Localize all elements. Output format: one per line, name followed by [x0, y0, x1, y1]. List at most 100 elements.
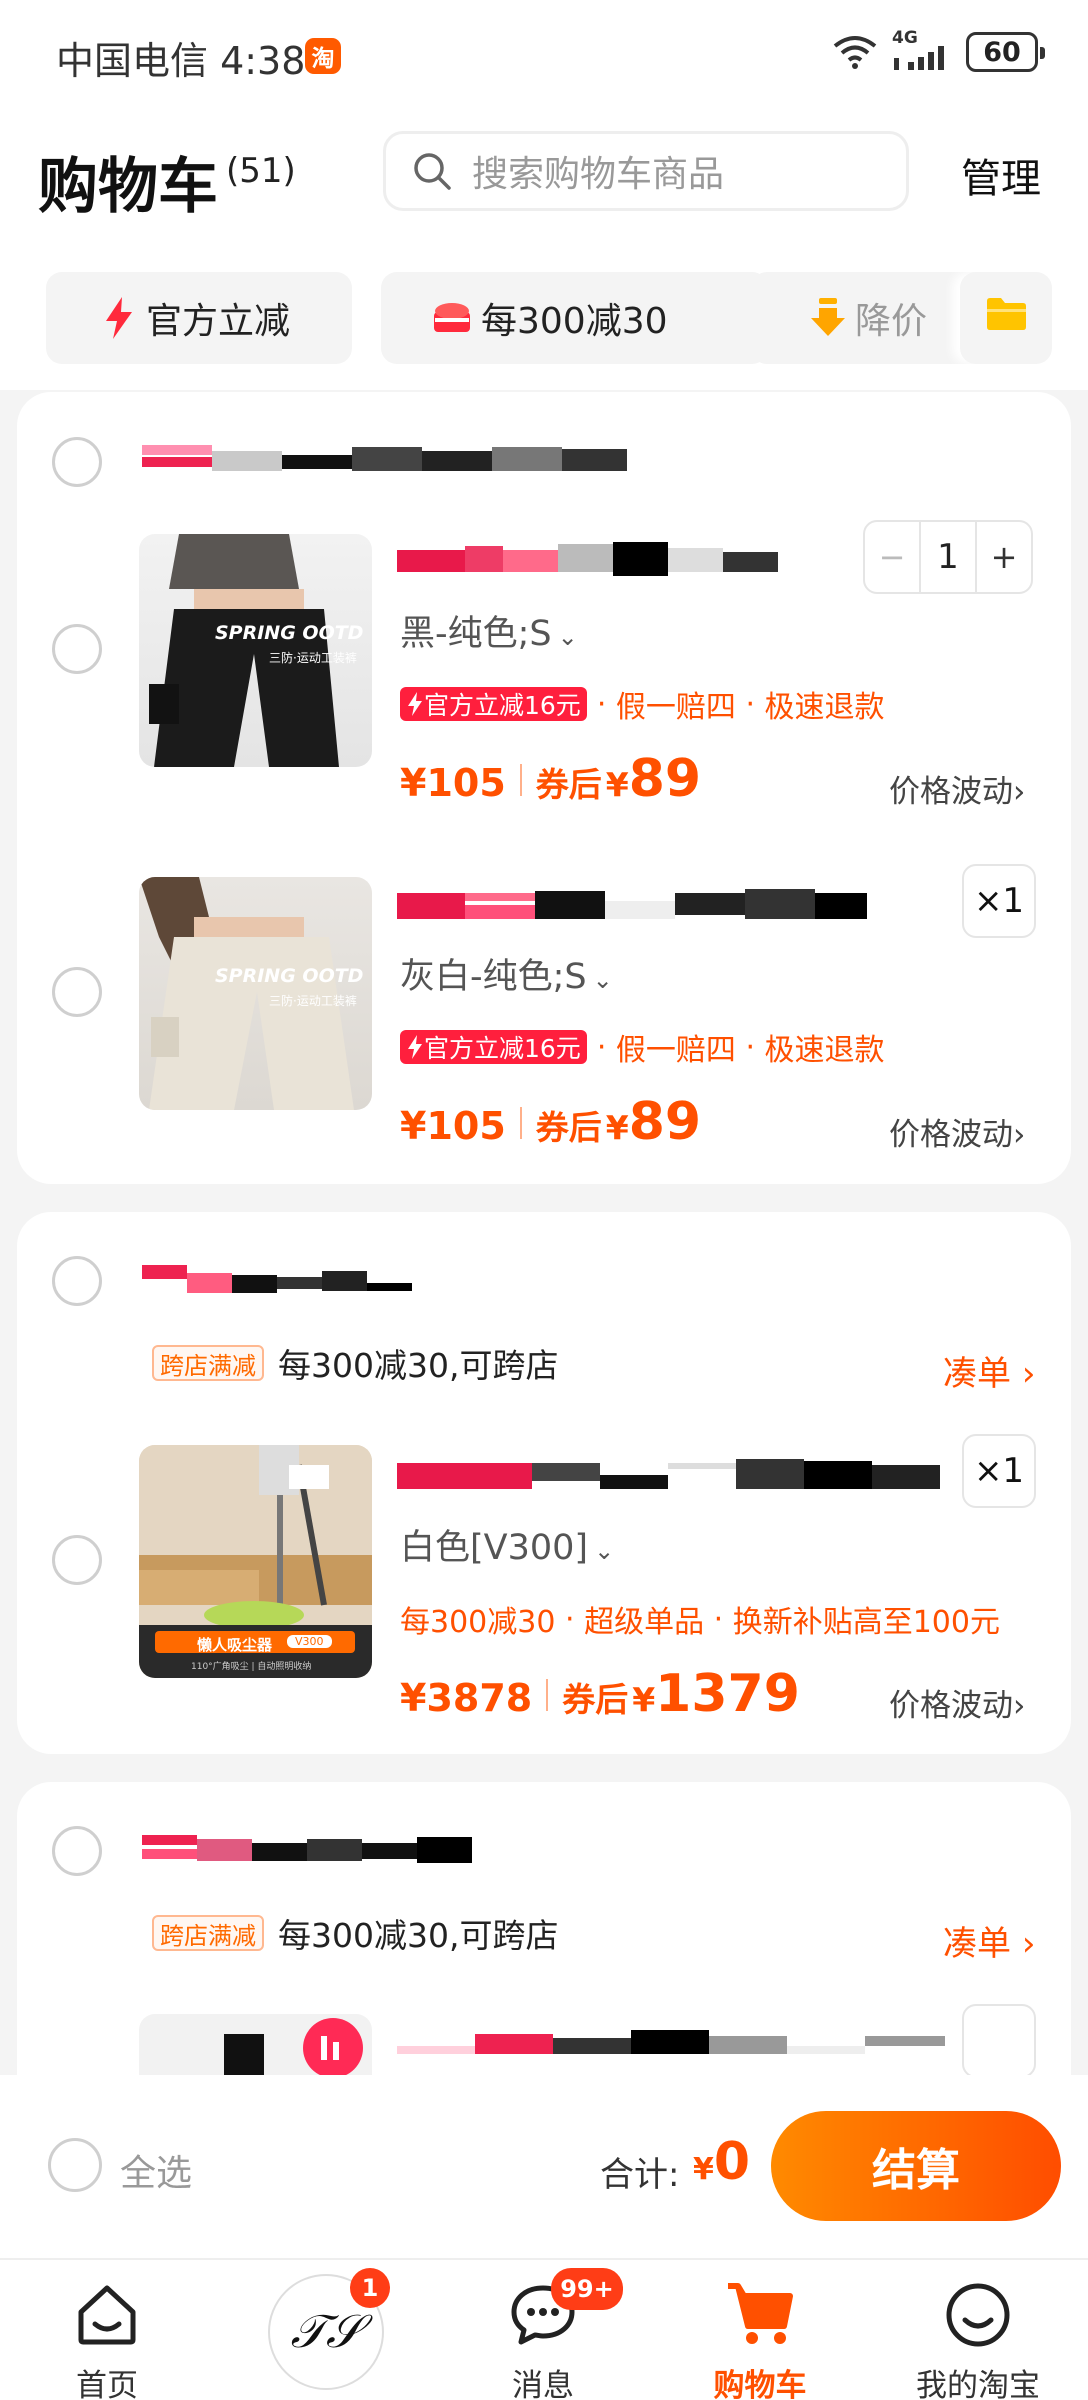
promo-badge-text: 官方立减16元 — [424, 691, 581, 720]
search-input[interactable]: 搜索购物车商品 — [383, 131, 909, 211]
store-card: 跨店满减 每300减30,可跨店 凑单 › — [17, 1782, 1071, 2112]
tag-text: 极速退款 — [764, 690, 885, 725]
search-placeholder: 搜索购物车商品 — [472, 154, 725, 195]
quantity-stepper[interactable]: − 1 + — [863, 520, 1033, 594]
variant-label: 黑-纯色;S — [400, 614, 552, 654]
cross-store-badge: 跨店满减 — [152, 1915, 264, 1951]
chip-label: 降价 — [855, 301, 928, 342]
price-fluctuation-link[interactable]: 价格波动› — [889, 1109, 1025, 1154]
product-title-redacted[interactable] — [397, 887, 867, 921]
quantity-value[interactable]: 1 — [919, 522, 977, 592]
tag-text: 假一赔四 — [615, 690, 736, 725]
chevron-right-icon: › — [1013, 1117, 1026, 1153]
store-name-redacted[interactable] — [142, 1835, 532, 1865]
tab-home[interactable]: 首页 — [37, 2260, 177, 2400]
product-title-redacted[interactable] — [397, 2028, 957, 2062]
promo-badge-text: 官方立减16元 — [424, 1034, 581, 1063]
product-thumbnail[interactable]: 懒人吸尘器 V300 110°广角吸尘 | 自动照明收纳 — [139, 1445, 372, 1678]
product-title-redacted[interactable] — [397, 542, 847, 576]
product-thumbnail[interactable]: SPRING OOTD 三防·运动工装裤 — [139, 534, 372, 767]
select-all-checkbox[interactable] — [48, 2138, 102, 2192]
variant-selector[interactable]: 白色[V300] ⌄ — [400, 1519, 614, 1570]
original-price: ¥105 — [400, 1104, 506, 1148]
total-label: 合计: — [600, 2155, 680, 2195]
cross-store-badge: 跨店满减 — [152, 1345, 264, 1381]
chip-label: 每300减30 — [481, 301, 668, 342]
store-checkbox[interactable] — [52, 437, 102, 487]
cross-store-text: 每300减30,可跨店 — [278, 1916, 559, 1955]
store-name-redacted[interactable] — [142, 1265, 512, 1295]
cross-store-text: 每300减30,可跨店 — [278, 1346, 559, 1385]
store-checkbox[interactable] — [52, 1826, 102, 1876]
chip-folder[interactable] — [960, 272, 1052, 364]
item-checkbox[interactable] — [52, 624, 102, 674]
increase-button[interactable]: + — [977, 522, 1031, 592]
quantity-badge[interactable] — [962, 2004, 1036, 2078]
price-fluctuation-link[interactable]: 价格波动› — [889, 1680, 1025, 1725]
tab-profile[interactable]: 我的淘宝 — [908, 2260, 1048, 2400]
thumb-caption: SPRING OOTD — [215, 622, 364, 644]
price-row: ¥3878 券后 ¥ 1379 — [400, 1664, 800, 1724]
variant-selector[interactable]: 灰白-纯色;S ⌄ — [400, 948, 613, 999]
thumb-caption: SPRING OOTD — [215, 965, 364, 987]
cart-count: (51) — [226, 151, 296, 191]
price-row: ¥105 券后 ¥ 89 — [400, 749, 701, 809]
wifi-icon — [833, 36, 877, 69]
gift-icon — [433, 302, 471, 334]
chevron-right-icon: › — [1013, 774, 1026, 810]
thumb-caption: 懒人吸尘器 — [197, 1636, 273, 1654]
tag-text: 极速退款 — [764, 1033, 885, 1068]
after-coupon-currency: ¥ — [605, 1108, 629, 1147]
select-all-label[interactable]: 全选 — [120, 2144, 192, 2196]
store-name-redacted[interactable] — [142, 445, 702, 475]
thumb-subcaption: 110°广角吸尘 | 自动照明收纳 — [191, 1662, 312, 1672]
variant-selector[interactable]: 黑-纯色;S ⌄ — [400, 605, 578, 656]
coudan-link[interactable]: 凑单 › — [943, 1916, 1035, 1965]
promo-tags: 官方立减16元 · 假一赔四 · 极速退款 — [400, 1025, 885, 1069]
chevron-right-icon: › — [1021, 1354, 1036, 1394]
product-title-redacted[interactable] — [397, 1457, 957, 1491]
decrease-button[interactable]: − — [865, 522, 919, 592]
down-arrow-icon — [811, 298, 845, 338]
store-checkbox[interactable] — [52, 1256, 102, 1306]
after-coupon-currency: ¥ — [632, 1680, 656, 1719]
header: 中国电信 4:38 淘 4G 60 购物车 (51) 搜索购物车商品 管理 官方… — [0, 0, 1088, 390]
lightning-icon — [408, 692, 422, 716]
quantity-badge[interactable]: ×1 — [962, 864, 1036, 938]
price-row: ¥105 券后 ¥ 89 — [400, 1092, 701, 1152]
search-icon — [414, 153, 451, 190]
tab-badge: 1 — [350, 2268, 390, 2308]
after-coupon-currency: ¥ — [605, 765, 629, 804]
after-coupon-price: 89 — [628, 749, 702, 809]
lightning-icon — [102, 297, 136, 339]
tab-cart[interactable]: 购物车 — [690, 2260, 830, 2400]
filter-chips: 官方立减 每300减30 降价 — [46, 272, 1088, 364]
chevron-right-icon: › — [1021, 1924, 1036, 1964]
quantity-badge[interactable]: ×1 — [962, 1434, 1036, 1508]
chip-per-300-off-30[interactable]: 每300减30 — [381, 272, 768, 364]
manage-button[interactable]: 管理 — [961, 146, 1041, 204]
store-card: SPRING OOTD 三防·运动工装裤 − 1 + 黑-纯色;S ⌄ 官方立减1… — [17, 392, 1071, 1184]
coudan-link[interactable]: 凑单 › — [943, 1346, 1035, 1395]
tab-store-logo[interactable]: 𝒯𝒮 1 — [256, 2260, 396, 2400]
checkout-button[interactable]: 结算 — [771, 2111, 1061, 2221]
original-price: ¥105 — [400, 761, 506, 805]
item-checkbox[interactable] — [52, 1535, 102, 1585]
item-checkbox[interactable] — [52, 967, 102, 1017]
chip-official-discount[interactable]: 官方立减 — [46, 272, 352, 364]
thumb-subcaption: 三防·运动工装裤 — [269, 994, 357, 1008]
thumb-subcaption: 三防·运动工装裤 — [269, 651, 357, 665]
tag-text: 换新补贴高至100元 — [732, 1605, 1000, 1640]
product-thumbnail[interactable]: SPRING OOTD 三防·运动工装裤 — [139, 877, 372, 1110]
chevron-down-icon: ⌄ — [594, 1537, 615, 1565]
official-discount-badge: 官方立减16元 — [400, 687, 587, 721]
tab-messages[interactable]: 消息 99+ — [473, 2260, 623, 2400]
profile-icon — [946, 2283, 1010, 2347]
taobao-badge-icon: 淘 — [305, 38, 341, 74]
variant-label: 白色[V300] — [400, 1528, 589, 1568]
price-fluctuation-link[interactable]: 价格波动› — [889, 766, 1025, 811]
after-coupon-price: 1379 — [655, 1664, 800, 1724]
tab-badge: 99+ — [551, 2268, 623, 2310]
checkout-bar: 全选 合计: ¥0 结算 — [0, 2075, 1088, 2258]
chevron-down-icon: ⌄ — [557, 623, 578, 651]
